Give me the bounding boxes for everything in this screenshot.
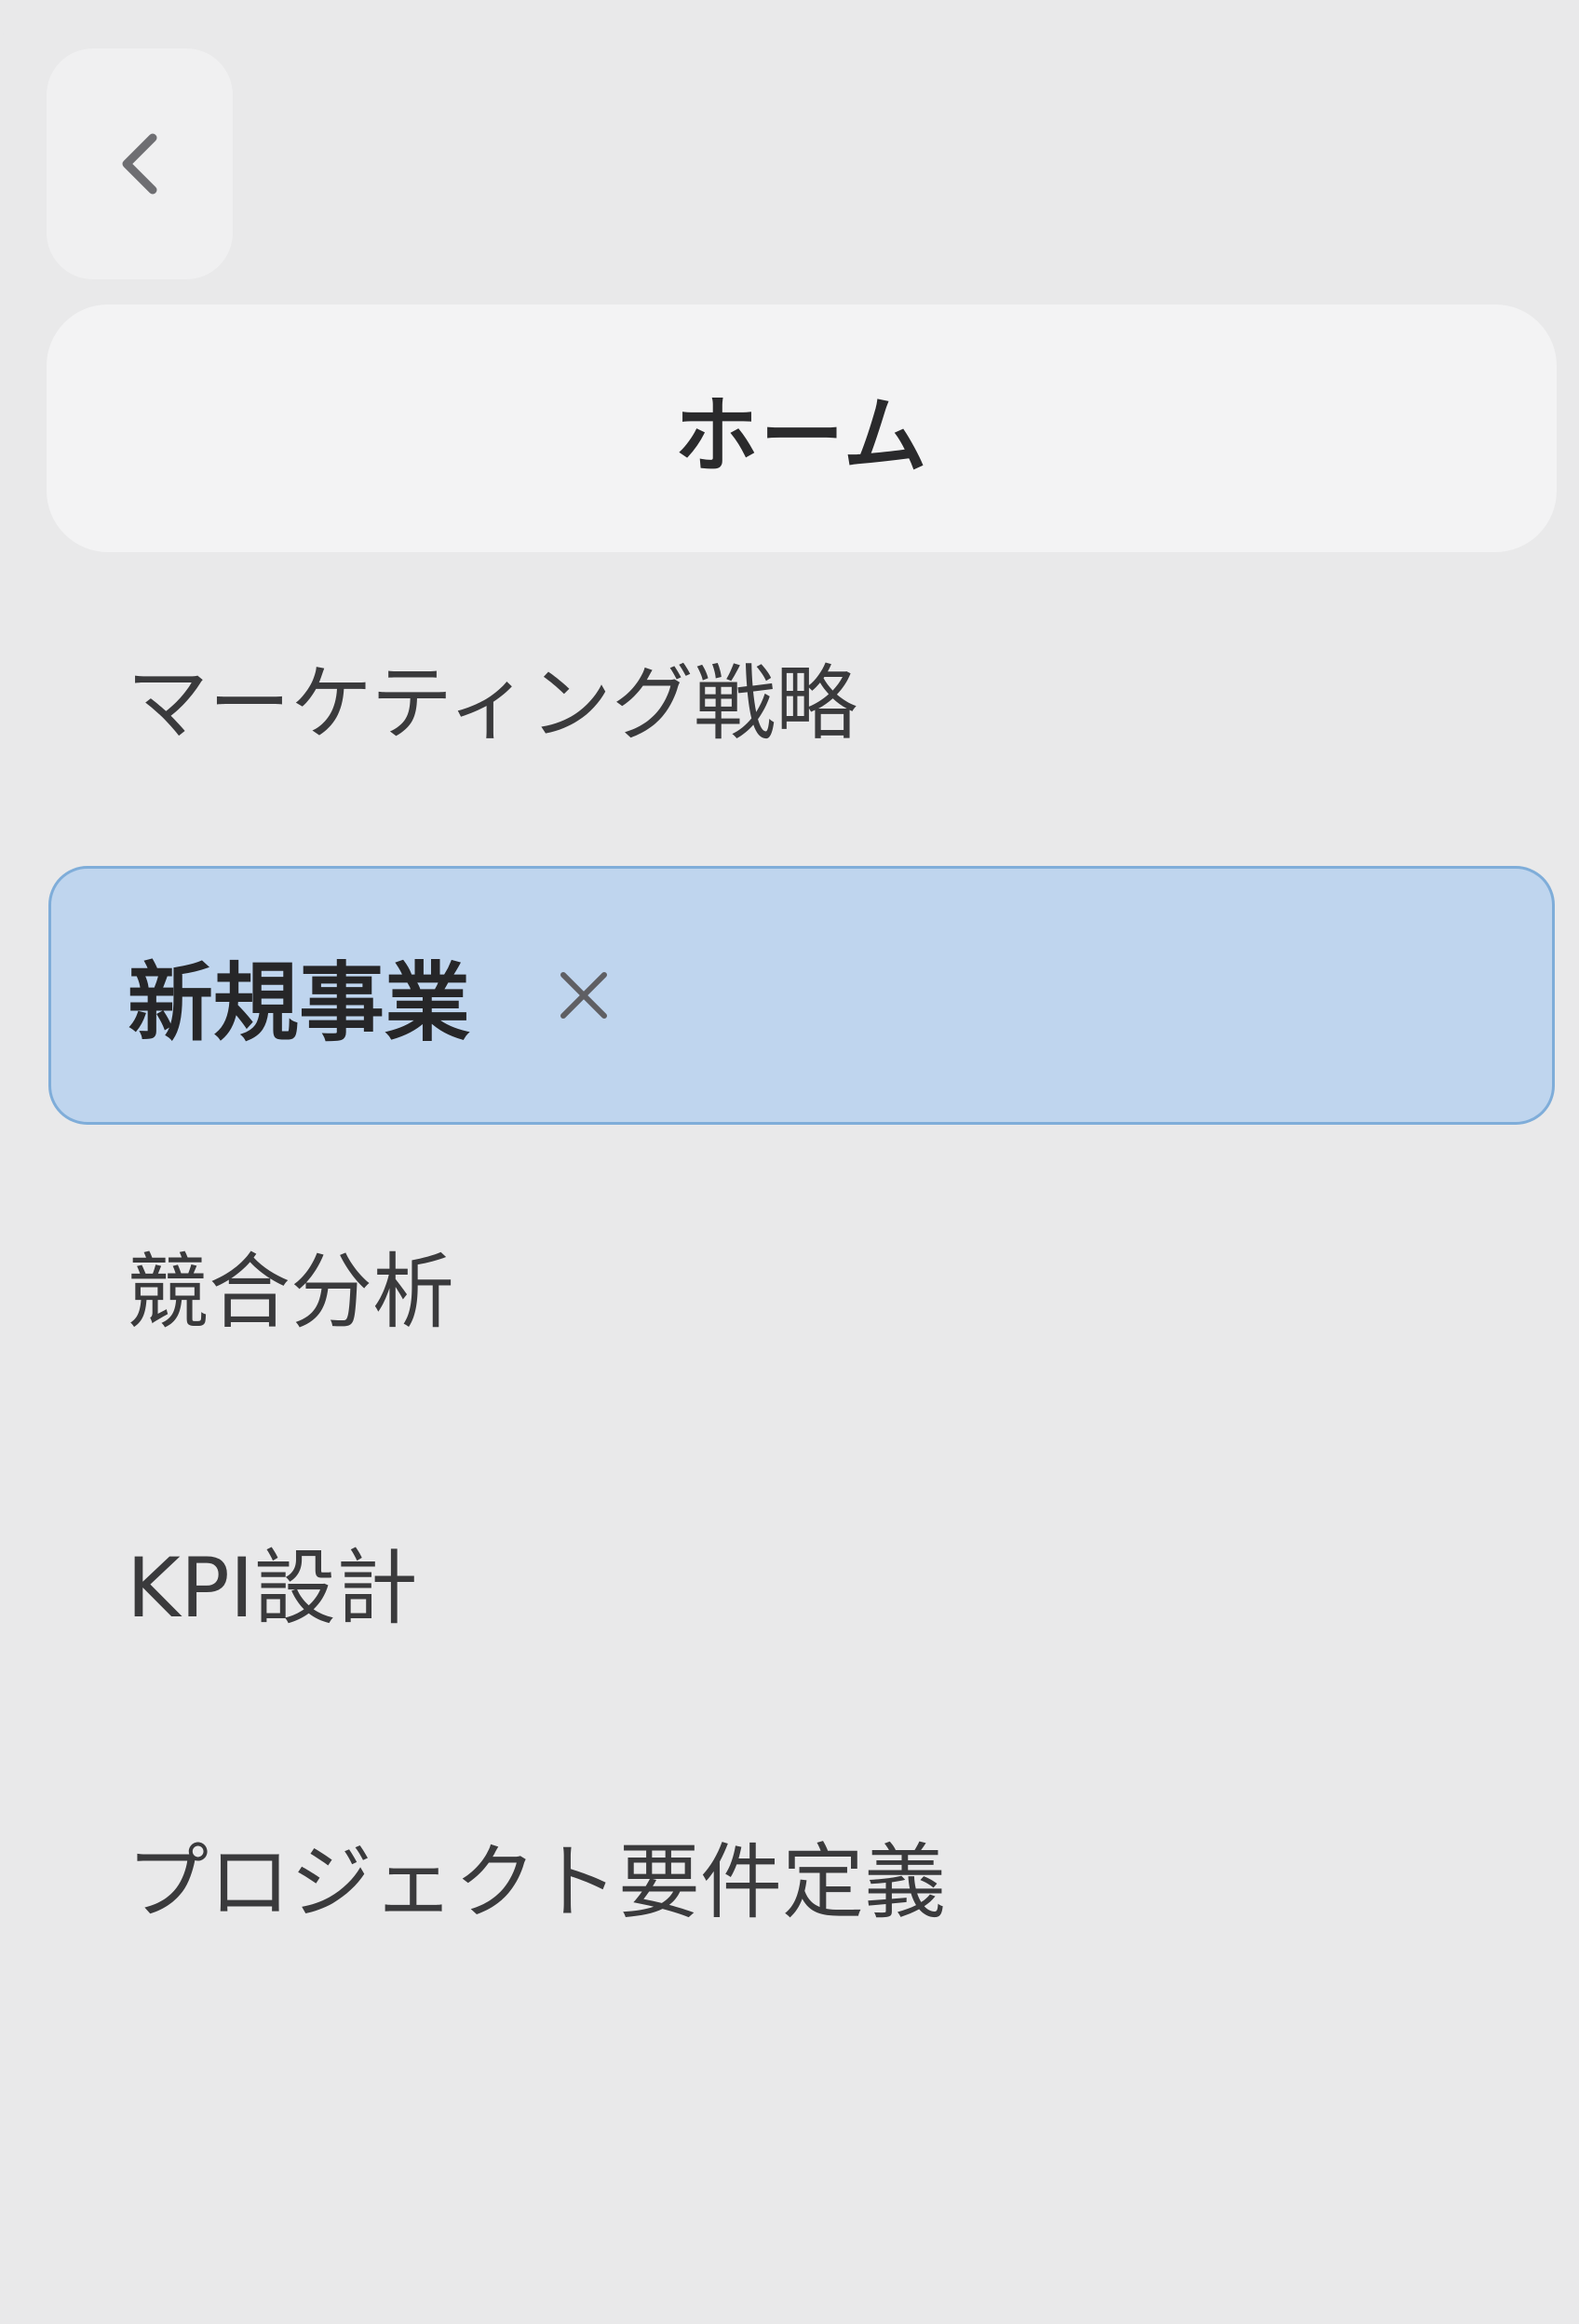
sidebar-item-project-requirements[interactable]: プロジェクト要件定義 — [127, 1842, 946, 1924]
sidebar-item-kpi-design[interactable]: KPI設計 — [127, 1547, 418, 1629]
sidebar-panel: ホーム マーケティング戦略 新規事業 競合分析 KPI設計 プロジェクト要件定義 — [0, 0, 1579, 2324]
sidebar-item-label: プロジェクト要件定義 — [127, 1834, 947, 1930]
close-button[interactable] — [547, 958, 621, 1033]
sidebar-item-label: マーケティング戦略 — [127, 655, 857, 751]
home-tab-label: ホーム — [674, 387, 929, 485]
sidebar-item-marketing-strategy[interactable]: マーケティング戦略 — [127, 663, 857, 745]
chevron-left-icon — [122, 133, 157, 195]
sidebar-item-new-business[interactable]: 新規事業 — [48, 866, 1555, 1125]
sidebar-item-label: KPI設計 — [127, 1540, 418, 1636]
sidebar-item-competitor-analysis[interactable]: 競合分析 — [127, 1251, 454, 1333]
back-button[interactable] — [47, 48, 233, 279]
sidebar-item-label: 新規事業 — [128, 953, 471, 1053]
sidebar-item-label: 競合分析 — [127, 1244, 455, 1340]
tab-home[interactable]: ホーム — [47, 304, 1557, 552]
close-icon — [560, 972, 608, 1019]
